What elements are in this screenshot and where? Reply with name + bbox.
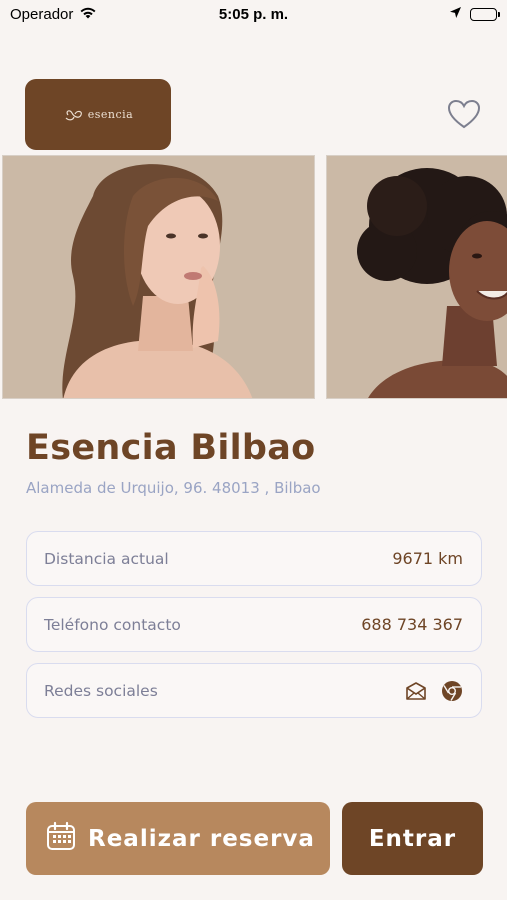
phone-label: Teléfono contacto xyxy=(44,615,181,634)
battery-icon xyxy=(470,8,500,21)
status-bar: Operador 5:05 p. m. xyxy=(0,0,507,30)
brand-logo: esencia xyxy=(25,79,171,150)
gallery-photo-2[interactable] xyxy=(326,155,507,399)
status-time: 5:05 p. m. xyxy=(218,6,289,23)
chrome-icon[interactable] xyxy=(441,680,463,702)
reserve-label: Realizar reserva xyxy=(88,825,315,852)
social-icons xyxy=(405,680,463,702)
location-arrow-icon xyxy=(449,6,462,23)
distance-card: Distancia actual 9671 km xyxy=(26,531,482,586)
phone-card[interactable]: Teléfono contacto 688 734 367 xyxy=(26,597,482,652)
calendar-icon xyxy=(46,821,76,857)
photo-gallery[interactable] xyxy=(0,155,507,399)
distance-value: 9671 km xyxy=(392,549,463,568)
reserve-button[interactable]: Realizar reserva xyxy=(26,802,330,875)
logo-text: esencia xyxy=(87,108,134,121)
social-card: Redes sociales xyxy=(26,663,482,718)
distance-label: Distancia actual xyxy=(44,549,169,568)
favorite-button[interactable] xyxy=(445,98,483,134)
gallery-photo-1[interactable] xyxy=(2,155,315,399)
social-label: Redes sociales xyxy=(44,681,158,700)
enter-button[interactable]: Entrar xyxy=(342,802,483,875)
mail-icon[interactable] xyxy=(405,681,427,700)
enter-label: Entrar xyxy=(368,825,457,852)
salon-address: Alameda de Urquijo, 96. 48013 , Bilbao xyxy=(26,479,321,497)
phone-value[interactable]: 688 734 367 xyxy=(361,615,463,634)
heart-outline-icon xyxy=(447,99,481,134)
salon-name: Esencia Bilbao xyxy=(26,428,316,468)
logo-mark-icon xyxy=(63,108,85,122)
status-right xyxy=(449,6,500,23)
